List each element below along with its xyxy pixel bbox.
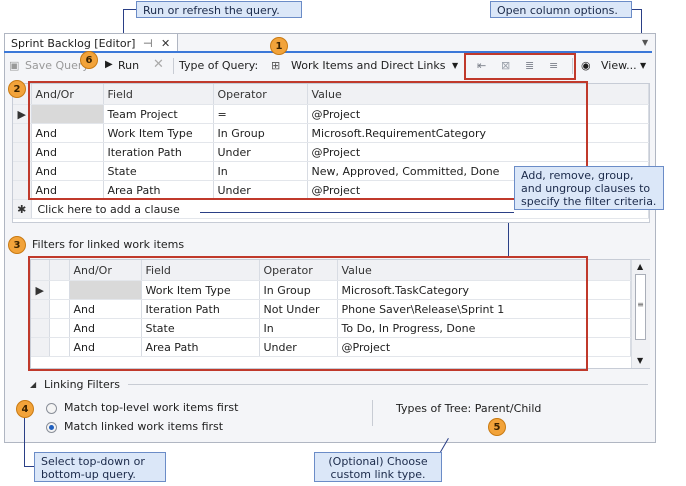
run-button[interactable]: Run (118, 59, 139, 72)
vertical-divider (372, 400, 373, 426)
callout-column-options: Open column options. (490, 1, 632, 18)
match-top-level-label[interactable]: Match top-level work items first (64, 401, 238, 414)
leader-add-clause (200, 212, 514, 213)
linked-grid-highlight (28, 256, 588, 371)
leader-topdown-h (24, 466, 34, 467)
tab-title: Sprint Backlog [Editor] (11, 37, 136, 50)
dropdown-arrow-icon[interactable]: ▼ (452, 61, 458, 70)
tree-type-label[interactable]: Types of Tree: Parent/Child (396, 402, 541, 415)
leader-topdown-v (24, 418, 25, 466)
badge-4: 4 (16, 400, 34, 418)
close-icon[interactable]: ✕ (161, 37, 170, 50)
play-icon: ▶ (105, 59, 113, 70)
chevron-down-icon[interactable]: ▼ (642, 38, 648, 47)
match-linked-label[interactable]: Match linked work items first (64, 420, 223, 433)
section-divider (128, 384, 648, 385)
badge-1: 1 (270, 37, 288, 55)
callout-clauses: Add, remove, group, and ungroup clauses … (514, 166, 664, 210)
view-button[interactable]: View... (601, 59, 637, 72)
callout-run: Run or refresh the query. (136, 1, 302, 18)
clause-tools-highlight (464, 53, 576, 80)
new-row-icon: ✱ (13, 199, 32, 219)
tab-sprint-backlog-editor[interactable]: Sprint Backlog [Editor] ⊣ ✕ (4, 33, 178, 53)
stop-icon[interactable]: ✕ (153, 57, 164, 72)
badge-5: 5 (488, 418, 506, 436)
badge-3: 3 (8, 236, 26, 254)
badge-6: 6 (80, 51, 98, 69)
query-type-label: Type of Query: (179, 59, 259, 72)
match-linked-radio[interactable] (46, 422, 57, 433)
column-options-icon: ◉ (581, 59, 591, 72)
leader-run (123, 9, 136, 10)
toolbar-separator (173, 58, 174, 74)
linking-filters-title: Linking Filters (44, 378, 121, 391)
chevron-down-icon[interactable]: ▼ (640, 61, 646, 70)
linked-filters-title: Filters for linked work items (32, 238, 185, 251)
badge-2: 2 (8, 80, 26, 98)
callout-topdown: Select top-down or bottom-up query. (34, 452, 166, 482)
query-type-icon: ⊞ (271, 59, 281, 72)
callout-linktype: (Optional) Choose custom link type. (314, 452, 442, 482)
match-top-level-radio[interactable] (46, 403, 57, 414)
scroll-down-icon[interactable]: ▼ (637, 356, 643, 365)
collapse-triangle-icon[interactable]: ◢ (30, 380, 36, 389)
query-type-dropdown[interactable]: Work Items and Direct Links (291, 59, 446, 72)
scroll-up-icon[interactable]: ▲ (637, 262, 643, 271)
clause-grid-highlight (28, 81, 588, 200)
scroll-thumb[interactable]: ≡ (635, 274, 646, 340)
save-icon: ▣ (9, 59, 20, 72)
pin-icon[interactable]: ⊣ (143, 37, 153, 50)
vertical-scrollbar[interactable]: ▲ ≡ ▼ (631, 260, 650, 368)
